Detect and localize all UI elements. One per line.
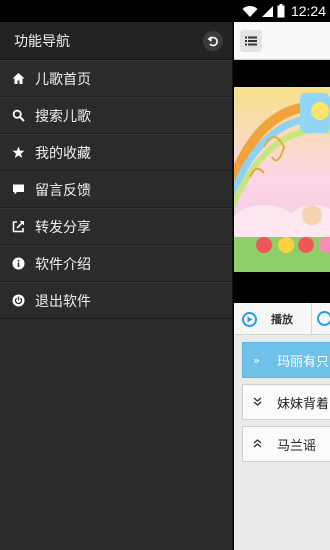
playlist-item[interactable]: 马兰谣 bbox=[242, 426, 330, 462]
playlist-item[interactable]: » 玛丽有只 bbox=[242, 342, 330, 378]
menu-label: 转发分享 bbox=[35, 219, 91, 236]
song-title: 妹妹背着 bbox=[277, 396, 330, 412]
play-label: 播放 bbox=[271, 313, 293, 326]
menu-item-search[interactable]: 搜索儿歌 bbox=[0, 97, 232, 134]
menu-item-home[interactable]: 儿歌首页 bbox=[0, 60, 232, 97]
playing-arrows-icon: » bbox=[253, 353, 260, 367]
menu-label: 搜索儿歌 bbox=[35, 108, 91, 125]
song-title: 玛丽有只 bbox=[277, 354, 330, 370]
chevron-up-icon bbox=[253, 438, 265, 451]
menu-item-about[interactable]: 软件介绍 bbox=[0, 245, 232, 282]
menu-item-exit[interactable]: 退出软件 bbox=[0, 282, 232, 319]
menu-label: 我的收藏 bbox=[35, 145, 91, 162]
menu-item-favorites[interactable]: 我的收藏 bbox=[0, 134, 232, 171]
share-icon bbox=[10, 219, 26, 235]
wifi-icon bbox=[242, 5, 258, 17]
menu-label: 退出软件 bbox=[35, 293, 91, 310]
play-icon bbox=[242, 311, 257, 327]
star-icon bbox=[10, 145, 26, 161]
list-icon bbox=[245, 36, 257, 46]
video-player[interactable] bbox=[234, 60, 330, 303]
battery-icon bbox=[277, 4, 285, 18]
navigation-drawer: 功能导航 儿歌首页 搜索儿歌 我的收藏 留言反馈 转发分享 软件介绍 退出软件 bbox=[0, 22, 233, 550]
menu-label: 留言反馈 bbox=[35, 182, 91, 199]
cartoon-video-frame bbox=[234, 87, 330, 272]
menu-label: 儿歌首页 bbox=[35, 71, 91, 88]
menu-toggle-button[interactable] bbox=[240, 30, 262, 52]
home-icon bbox=[10, 71, 26, 87]
comment-icon bbox=[10, 182, 26, 198]
play-button[interactable]: 播放 bbox=[234, 303, 312, 335]
main-app: 播放 » 玛丽有只 妹妹背着 马兰谣 bbox=[234, 22, 330, 550]
search-icon bbox=[10, 108, 26, 124]
menu-label: 软件介绍 bbox=[35, 256, 91, 273]
menu-item-share[interactable]: 转发分享 bbox=[0, 208, 232, 245]
status-icons: 12:24 bbox=[242, 0, 326, 22]
menu-item-feedback[interactable]: 留言反馈 bbox=[0, 171, 232, 208]
playlist-item[interactable]: 妹妹背着 bbox=[242, 384, 330, 420]
song-title: 马兰谣 bbox=[277, 438, 317, 454]
undo-icon bbox=[207, 36, 218, 47]
chevron-down-icon bbox=[253, 396, 265, 409]
signal-icon bbox=[261, 5, 273, 17]
drawer-header: 功能导航 bbox=[0, 22, 232, 60]
app-header bbox=[234, 22, 330, 60]
power-icon bbox=[10, 293, 26, 309]
back-button[interactable] bbox=[203, 31, 223, 51]
status-bar: 12:24 bbox=[0, 0, 330, 22]
status-time: 12:24 bbox=[290, 3, 326, 19]
download-icon[interactable] bbox=[317, 311, 330, 326]
drawer-title: 功能导航 bbox=[14, 33, 70, 50]
player-controls: 播放 bbox=[234, 303, 330, 335]
drawer-menu: 儿歌首页 搜索儿歌 我的收藏 留言反馈 转发分享 软件介绍 退出软件 bbox=[0, 60, 232, 319]
info-icon bbox=[10, 256, 26, 272]
